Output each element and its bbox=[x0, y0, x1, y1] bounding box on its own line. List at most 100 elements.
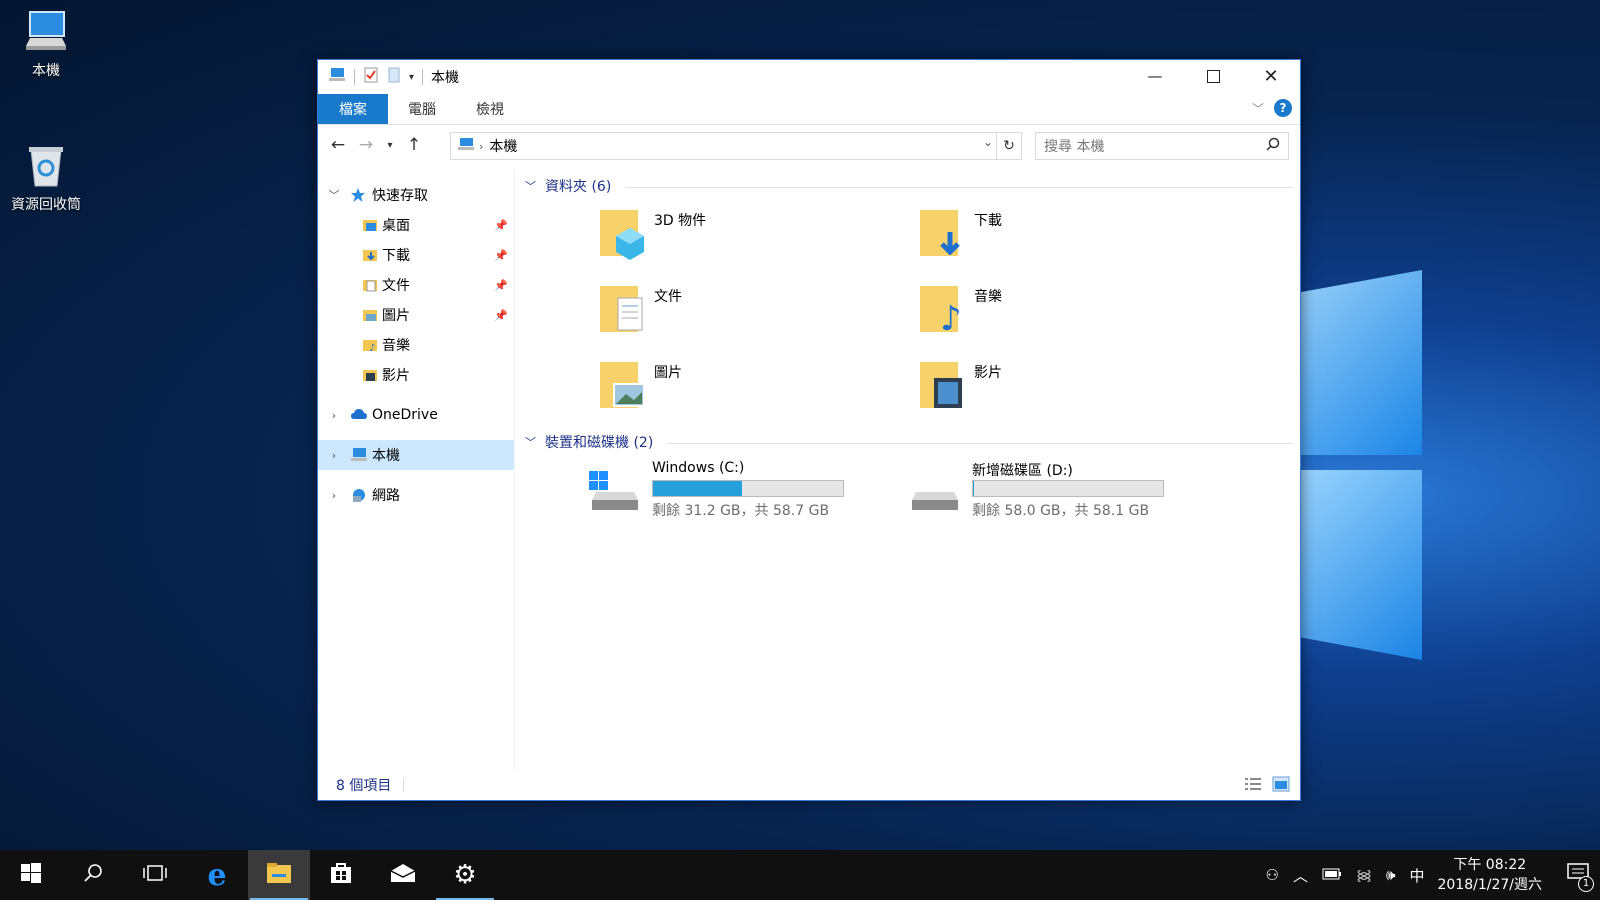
chevron-down-icon[interactable]: ﹀ bbox=[328, 187, 340, 203]
edge-browser-button[interactable]: e bbox=[186, 850, 248, 900]
start-button[interactable] bbox=[0, 850, 62, 900]
star-icon bbox=[350, 187, 366, 203]
svg-text:♪: ♪ bbox=[940, 299, 962, 336]
customize-toolbar-dropdown-icon[interactable]: ▾ bbox=[409, 72, 414, 83]
address-bar[interactable]: › 本機 ⌄ ↻ bbox=[450, 132, 1022, 160]
taskbar: e ⚙ ⚇ ︿ ᯼ 🕪 中 下午 08:22 2018/1/27/週六 1 bbox=[0, 850, 1600, 900]
search-input[interactable]: 搜尋 本機 bbox=[1044, 136, 1104, 156]
settings-button[interactable]: ⚙ bbox=[434, 850, 496, 900]
people-icon[interactable]: ⚇ bbox=[1265, 866, 1278, 884]
nav-item-pictures[interactable]: 圖片 📌 bbox=[318, 300, 514, 330]
close-button[interactable]: ✕ bbox=[1242, 60, 1300, 92]
svg-text:♪: ♪ bbox=[369, 343, 375, 353]
maximize-icon bbox=[1206, 69, 1220, 83]
documents-folder-icon bbox=[362, 277, 378, 293]
drive-space-info: 剩餘 31.2 GB，共 58.7 GB bbox=[652, 503, 830, 519]
tab-computer[interactable]: 電腦 bbox=[388, 95, 456, 123]
chevron-down-icon[interactable]: ﹀ bbox=[525, 178, 539, 194]
folder-item-videos[interactable]: 影片 bbox=[918, 356, 1218, 422]
drive-item-d[interactable]: 新增磁碟區 (D:) 剩餘 58.0 GB，共 58.1 GB bbox=[908, 460, 1208, 526]
quick-access-toolbar: ▾ bbox=[328, 67, 424, 87]
pin-icon[interactable]: 📌 bbox=[494, 309, 508, 322]
drive-name: 新增磁碟區 (D:) bbox=[972, 463, 1073, 479]
new-folder-icon[interactable] bbox=[387, 67, 401, 87]
recycle-bin-icon bbox=[22, 142, 70, 190]
folder-name: 圖片 bbox=[654, 365, 682, 381]
breadcrumb-chevron-icon[interactable]: › bbox=[479, 140, 483, 153]
folder-item-documents[interactable]: 文件 bbox=[598, 280, 898, 346]
recent-locations-button[interactable]: ▾ bbox=[380, 140, 400, 151]
folder-name: 文件 bbox=[654, 289, 682, 305]
task-view-button[interactable] bbox=[124, 850, 186, 900]
folder-item-music[interactable]: ♪ 音樂 bbox=[918, 280, 1218, 346]
computer-icon bbox=[328, 67, 346, 87]
pin-icon[interactable]: 📌 bbox=[494, 249, 508, 262]
nav-network[interactable]: › 網路 bbox=[318, 480, 514, 510]
windows-desktop-logo bbox=[1300, 270, 1430, 670]
chevron-right-icon[interactable]: › bbox=[328, 449, 340, 462]
folder-item-downloads[interactable]: 下載 bbox=[918, 204, 1218, 270]
folder-item-pictures[interactable]: 圖片 bbox=[598, 356, 898, 422]
search-button[interactable] bbox=[62, 850, 124, 900]
back-button[interactable]: ← bbox=[324, 135, 352, 155]
properties-icon[interactable] bbox=[363, 67, 379, 87]
action-center-button[interactable]: 1 bbox=[1556, 850, 1600, 900]
nav-this-pc[interactable]: › 本機 bbox=[318, 440, 514, 470]
expand-ribbon-icon[interactable]: ﹀ bbox=[1252, 100, 1264, 117]
nav-item-downloads[interactable]: 下載 📌 bbox=[318, 240, 514, 270]
window-title: 本機 bbox=[431, 70, 460, 86]
videos-folder-icon bbox=[918, 356, 966, 412]
nav-item-documents[interactable]: 文件 📌 bbox=[318, 270, 514, 300]
network-icon bbox=[350, 487, 366, 503]
chevron-down-icon[interactable]: ﹀ bbox=[525, 434, 539, 450]
help-button[interactable]: ? bbox=[1274, 99, 1292, 117]
group-header-folders[interactable]: ﹀ 資料夾 (6) bbox=[525, 176, 611, 196]
refresh-button[interactable]: ↻ bbox=[996, 133, 1021, 159]
volume-icon[interactable]: 🕪 bbox=[1386, 866, 1395, 884]
nav-item-music[interactable]: ♪ 音樂 bbox=[318, 330, 514, 360]
forward-button[interactable]: → bbox=[352, 135, 380, 155]
up-button[interactable]: ↑ bbox=[400, 135, 428, 155]
minimize-button[interactable]: — bbox=[1126, 60, 1184, 92]
address-path[interactable]: 本機 bbox=[489, 136, 517, 156]
tab-view[interactable]: 檢視 bbox=[456, 95, 524, 123]
nav-item-videos[interactable]: 影片 bbox=[318, 360, 514, 390]
edge-icon: e bbox=[207, 857, 227, 893]
show-hidden-icons-chevron-icon[interactable]: ︿ bbox=[1293, 865, 1308, 886]
store-button[interactable] bbox=[310, 850, 372, 900]
desktop-folder-icon bbox=[362, 217, 378, 233]
maximize-button[interactable] bbox=[1184, 60, 1242, 92]
pin-icon[interactable]: 📌 bbox=[494, 279, 508, 292]
chevron-right-icon[interactable]: › bbox=[328, 409, 340, 422]
hard-drive-icon bbox=[908, 470, 962, 514]
drive-item-c[interactable]: Windows (C:) 剩餘 31.2 GB，共 58.7 GB bbox=[588, 460, 888, 526]
desktop-icon-recycle-bin[interactable]: 資源回收筒 bbox=[0, 142, 92, 214]
group-header-drives[interactable]: ﹀ 裝置和磁碟機 (2) bbox=[525, 432, 653, 452]
title-bar[interactable]: ▾ 本機 — ✕ bbox=[318, 60, 1300, 94]
search-box[interactable]: 搜尋 本機 bbox=[1035, 132, 1289, 160]
battery-icon[interactable] bbox=[1322, 866, 1342, 884]
nav-label: 網路 bbox=[372, 488, 400, 504]
navigation-bar: ← → ▾ ↑ › 本機 ⌄ ↻ 搜尋 本機 bbox=[318, 127, 1300, 163]
computer-icon bbox=[457, 137, 475, 155]
nav-item-desktop[interactable]: 桌面 📌 bbox=[318, 210, 514, 240]
pin-icon[interactable]: 📌 bbox=[494, 219, 508, 232]
content-pane: ﹀ 資料夾 (6) 3D 物件 下載 文件 ♪ 音樂 圖片 影片 ﹀ 裝置和磁碟… bbox=[525, 170, 1300, 770]
nav-quick-access[interactable]: ﹀ 快速存取 bbox=[318, 180, 514, 210]
nav-onedrive[interactable]: › OneDrive bbox=[318, 400, 514, 430]
drive-space-info: 剩餘 58.0 GB，共 58.1 GB bbox=[972, 503, 1150, 519]
toolbar-separator bbox=[422, 69, 424, 85]
address-history-dropdown-icon[interactable]: ⌄ bbox=[983, 135, 993, 149]
clock[interactable]: 下午 08:22 2018/1/27/週六 bbox=[1437, 855, 1542, 895]
large-icons-view-icon[interactable] bbox=[1272, 776, 1290, 796]
ime-indicator[interactable]: 中 bbox=[1409, 865, 1424, 886]
nav-label: 桌面 bbox=[382, 218, 410, 234]
wifi-icon[interactable]: ᯼ bbox=[1356, 865, 1372, 885]
details-view-icon[interactable] bbox=[1244, 776, 1262, 796]
tab-file[interactable]: 檔案 bbox=[318, 94, 388, 124]
chevron-right-icon[interactable]: › bbox=[328, 489, 340, 502]
mail-button[interactable] bbox=[372, 850, 434, 900]
folder-item-3d-objects[interactable]: 3D 物件 bbox=[598, 204, 898, 270]
file-explorer-taskbar-button[interactable] bbox=[248, 850, 310, 900]
desktop-icon-this-pc[interactable]: 本機 bbox=[0, 8, 92, 80]
